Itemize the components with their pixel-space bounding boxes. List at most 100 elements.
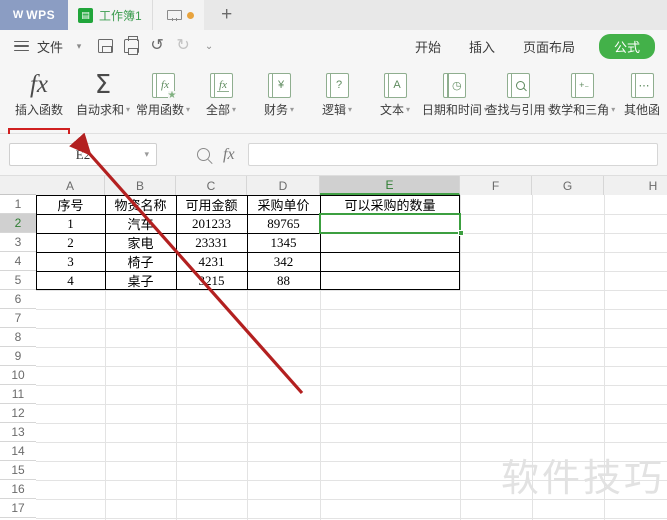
row-header-4[interactable]: 4 xyxy=(0,252,36,271)
cell-D2[interactable]: 89765 xyxy=(247,214,320,233)
column-header-e[interactable]: E xyxy=(320,176,460,195)
row-header-11[interactable]: 11 xyxy=(0,385,36,404)
ribbon-all-functions-button[interactable]: fx 全部 ▾ xyxy=(196,66,246,130)
ribbon-datetime-button[interactable]: ◷ 日期和时间 ▾ xyxy=(422,66,488,130)
ribbon-tab-page-layout[interactable]: 页面布局 xyxy=(519,34,579,59)
question-glyph: ? xyxy=(335,79,343,91)
cell-B2[interactable]: 汽车 xyxy=(105,214,176,233)
book-more-icon: ⋯ xyxy=(630,69,654,101)
row-header-14[interactable]: 14 xyxy=(0,442,36,461)
cell-E1[interactable]: 可以采购的数量 xyxy=(320,195,460,214)
gridline-horizontal xyxy=(36,309,667,310)
fill-handle[interactable] xyxy=(458,230,464,236)
row-header-6[interactable]: 6 xyxy=(0,290,36,309)
ribbon-tab-start[interactable]: 开始 xyxy=(411,34,445,59)
ribbon-insert-function-button[interactable]: fx 插入函数 xyxy=(14,66,64,130)
ribbon-tab-formulas[interactable]: 公式 xyxy=(598,33,655,59)
cell-C4[interactable]: 4231 xyxy=(176,252,247,271)
column-header-d[interactable]: D xyxy=(247,176,320,195)
cell-D5[interactable]: 88 xyxy=(247,271,320,290)
row-header-17[interactable]: 17 xyxy=(0,499,36,518)
active-cell-selection[interactable] xyxy=(319,213,461,234)
gridline-horizontal xyxy=(36,442,667,443)
formula-bar-icons: fx xyxy=(197,146,235,164)
ribbon-autosum-button[interactable]: Σ 自动求和 ▾ xyxy=(75,66,130,130)
cell-C2[interactable]: 201233 xyxy=(176,214,247,233)
cell-C1[interactable]: 可用金额 xyxy=(176,195,247,214)
ribbon-tab-insert[interactable]: 插入 xyxy=(465,34,499,59)
file-menu-button[interactable]: 文件 xyxy=(34,37,66,56)
fx-icon[interactable]: fx xyxy=(223,146,235,164)
ribbon-logical-label: 逻辑 xyxy=(321,103,346,117)
monitor-icon[interactable] xyxy=(166,9,182,21)
name-box[interactable]: E2 ▾ xyxy=(9,143,157,166)
cell-B5[interactable]: 桌子 xyxy=(105,271,176,290)
qat-more-icon[interactable]: ⌄ xyxy=(196,33,222,59)
column-header-c[interactable]: C xyxy=(176,176,247,195)
cell-E4[interactable] xyxy=(320,252,460,271)
ribbon-lookup-button[interactable]: 查找与引用 ▾ xyxy=(486,66,552,130)
save-icon[interactable] xyxy=(92,33,118,59)
document-tab-workbook1[interactable]: ▤ 工作簿1 xyxy=(68,0,153,30)
row-header-10[interactable]: 10 xyxy=(0,366,36,385)
row-header-15[interactable]: 15 xyxy=(0,461,36,480)
cell-C3[interactable]: 23331 xyxy=(176,233,247,252)
ribbon-all-functions-label: 全部 xyxy=(205,103,230,117)
column-header-g[interactable]: G xyxy=(532,176,604,195)
gridline-horizontal xyxy=(36,480,667,481)
row-header-3[interactable]: 3 xyxy=(0,233,36,252)
cell-B3[interactable]: 家电 xyxy=(105,233,176,252)
column-header-row: ABCDEFGH xyxy=(0,176,667,195)
hamburger-menu-icon[interactable] xyxy=(8,33,34,59)
ribbon-other-functions-button[interactable]: ⋯ 其他函 xyxy=(617,66,667,130)
ribbon-insert-function-label: 插入函数 xyxy=(15,103,64,117)
ribbon-text-button[interactable]: A 文本 ▾ xyxy=(370,66,420,130)
ribbon-financial-button[interactable]: ¥ 财务 ▾ xyxy=(254,66,304,130)
ribbon-math-button[interactable]: +₋ 数学和三角 ▾ xyxy=(549,66,615,130)
cell-D4[interactable]: 342 xyxy=(247,252,320,271)
cell-A3[interactable]: 2 xyxy=(36,233,105,252)
ribbon-autosum-label: 自动求和 xyxy=(75,103,124,117)
status-dot-icon xyxy=(186,11,194,19)
name-box-chevron-down-icon[interactable]: ▾ xyxy=(144,149,149,160)
file-menu-chevron-down-icon[interactable]: ▾ xyxy=(66,33,92,59)
cell-A1[interactable]: 序号 xyxy=(36,195,105,214)
print-icon[interactable] xyxy=(118,33,144,59)
cell-E5[interactable] xyxy=(320,271,460,290)
row-header-8[interactable]: 8 xyxy=(0,328,36,347)
cell-D1[interactable]: 采购单价 xyxy=(247,195,320,214)
row-header-7[interactable]: 7 xyxy=(0,309,36,328)
cell-A2[interactable]: 1 xyxy=(36,214,105,233)
column-header-b[interactable]: B xyxy=(105,176,176,195)
undo-icon[interactable]: ↺ xyxy=(144,33,170,59)
cell-A4[interactable]: 3 xyxy=(36,252,105,271)
yen-glyph: ¥ xyxy=(277,79,285,91)
row-header-2[interactable]: 2 xyxy=(0,214,36,233)
row-header-9[interactable]: 9 xyxy=(0,347,36,366)
ellipsis-glyph: ⋯ xyxy=(638,79,650,92)
formula-input[interactable] xyxy=(247,143,658,166)
row-header-12[interactable]: 12 xyxy=(0,404,36,423)
new-tab-button[interactable]: + xyxy=(203,0,250,30)
row-header-5[interactable]: 5 xyxy=(0,271,36,290)
column-header-a[interactable]: A xyxy=(36,176,105,195)
cell-C5[interactable]: 3215 xyxy=(176,271,247,290)
row-header-16[interactable]: 16 xyxy=(0,480,36,499)
titlebar-filler xyxy=(249,0,667,30)
cell-B4[interactable]: 椅子 xyxy=(105,252,176,271)
cell-B1[interactable]: 物资名称 xyxy=(105,195,176,214)
search-icon[interactable] xyxy=(197,148,210,161)
cell-E3[interactable] xyxy=(320,233,460,252)
cell-A5[interactable]: 4 xyxy=(36,271,105,290)
cell-D3[interactable]: 1345 xyxy=(247,233,320,252)
fx-glyph: fx xyxy=(219,79,227,91)
gridline-horizontal xyxy=(36,499,667,500)
column-header-f[interactable]: F xyxy=(460,176,532,195)
row-header-13[interactable]: 13 xyxy=(0,423,36,442)
ribbon-common-functions-button[interactable]: fx 常用函数▾ xyxy=(136,66,190,130)
spreadsheet-grid[interactable]: ABCDEFGH 123456789101112131415161718 序号物… xyxy=(0,176,667,520)
column-header-h[interactable]: H xyxy=(604,176,667,195)
row-header-1[interactable]: 1 xyxy=(0,195,36,214)
title-bar: W WPS ▤ 工作簿1 + xyxy=(0,0,667,30)
ribbon-logical-button[interactable]: ? 逻辑 ▾ xyxy=(312,66,362,130)
